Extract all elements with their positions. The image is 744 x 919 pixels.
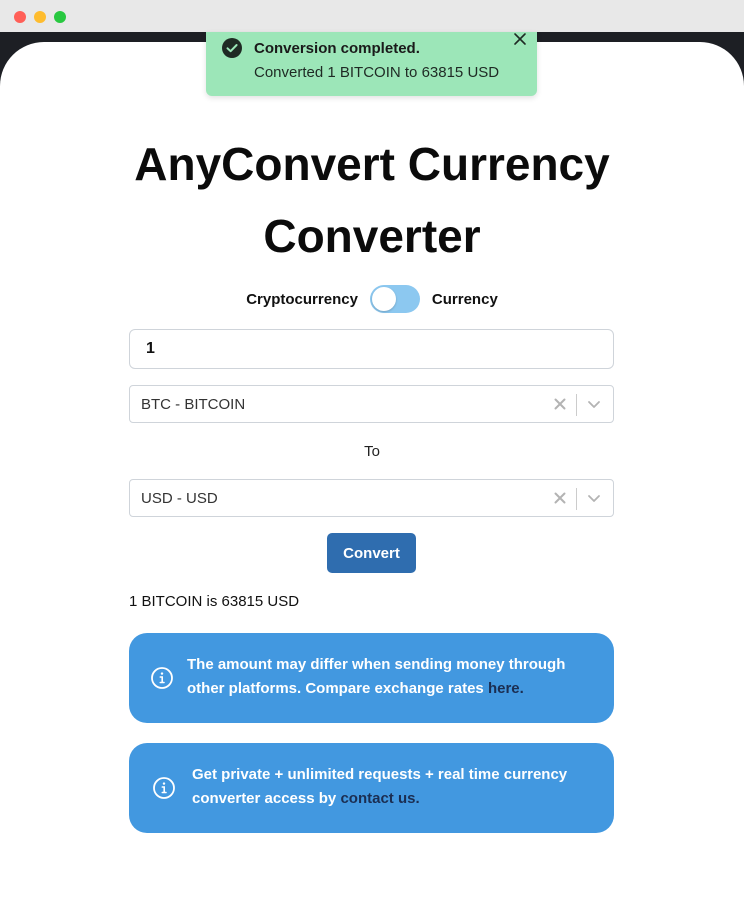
minimize-window-button[interactable] [34, 11, 46, 23]
mode-toggle-row: Cryptocurrency Currency [0, 284, 744, 314]
chevron-down-icon[interactable] [587, 397, 601, 411]
to-label: To [364, 443, 380, 460]
info-circle-icon [151, 667, 173, 689]
check-circle-icon [222, 38, 242, 58]
page-title-line1: AnyConvert Currency [134, 138, 610, 190]
select-divider [576, 488, 577, 510]
page-title-line2: Converter [263, 210, 481, 262]
to-currency-value: USD - USD [141, 490, 218, 507]
info-card-text: Get private + unlimited requests + real … [192, 763, 608, 811]
window-titlebar [0, 0, 744, 32]
from-currency-select[interactable]: BTC - BITCOIN [129, 385, 614, 423]
info-card-contact: Get private + unlimited requests + real … [129, 743, 614, 833]
toast-title: Conversion completed. [254, 40, 420, 57]
toggle-label-currency: Currency [431, 290, 498, 308]
contact-us-link[interactable]: contact us. [340, 790, 419, 807]
maximize-window-button[interactable] [54, 11, 66, 23]
toggle-label-crypto: Cryptocurrency [246, 290, 358, 308]
clear-x-icon[interactable] [553, 491, 567, 505]
page-title: AnyConvert Currency Converter [0, 128, 744, 272]
convert-button[interactable]: Convert [327, 533, 416, 573]
info-circle-icon [153, 777, 175, 799]
info-card-text: The amount may differ when sending money… [187, 653, 603, 701]
close-icon[interactable] [513, 32, 527, 46]
select-divider [576, 394, 577, 416]
chevron-down-icon[interactable] [587, 491, 601, 505]
info-card-exchange-rates: The amount may differ when sending money… [129, 633, 614, 723]
amount-input[interactable] [129, 329, 614, 369]
close-window-button[interactable] [14, 11, 26, 23]
from-currency-value: BTC - BITCOIN [141, 396, 246, 413]
toast-message: Converted 1 BITCOIN to 63815 USD [254, 64, 500, 81]
conversion-result: 1 BITCOIN is 63815 USD [129, 593, 300, 610]
compare-rates-link[interactable]: here. [488, 680, 524, 697]
mode-toggle-switch[interactable] [369, 285, 420, 313]
toggle-knob [371, 287, 396, 311]
toast-notification: Conversion completed. Converted 1 BITCOI… [206, 32, 537, 96]
to-currency-select[interactable]: USD - USD [129, 479, 614, 517]
clear-x-icon[interactable] [553, 397, 567, 411]
